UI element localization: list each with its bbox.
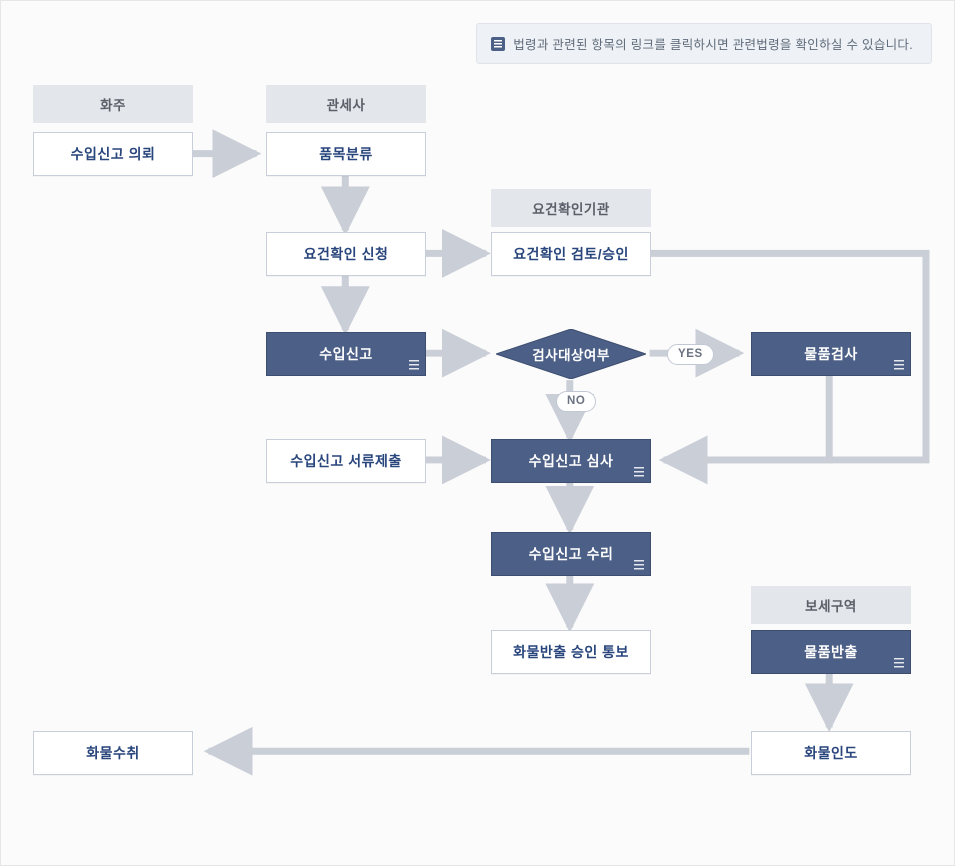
notice-bar: 법령과 관련된 항목의 링크를 클릭하시면 관련법령을 확인하실 수 있습니다. bbox=[476, 23, 932, 64]
node-label: 수입신고 서류제출 bbox=[290, 451, 401, 471]
header-shipper-label: 화주 bbox=[100, 94, 126, 114]
header-bonded-label: 보세구역 bbox=[805, 595, 857, 615]
decision-no-label: NO bbox=[556, 391, 596, 412]
flowchart-canvas: 법령과 관련된 항목의 링크를 클릭하시면 관련법령을 확인하실 수 있습니다.… bbox=[0, 0, 955, 866]
node-release-notice: 화물반출 승인 통보 bbox=[491, 630, 651, 674]
decision-label: 검사대상여부 bbox=[532, 344, 610, 364]
list-icon bbox=[634, 560, 644, 570]
list-icon bbox=[634, 467, 644, 477]
list-icon bbox=[894, 360, 904, 370]
list-icon bbox=[409, 360, 419, 370]
node-request-import-declaration: 수입신고 의뢰 bbox=[33, 132, 193, 176]
node-label: 화물반출 승인 통보 bbox=[513, 642, 629, 662]
node-label: 수입신고 bbox=[319, 344, 373, 364]
node-req-check-review: 요건확인 검토/승인 bbox=[491, 232, 651, 276]
node-label: 품목분류 bbox=[319, 144, 373, 164]
notice-text: 법령과 관련된 항목의 링크를 클릭하시면 관련법령을 확인하실 수 있습니다. bbox=[513, 34, 913, 53]
header-broker: 관세사 bbox=[266, 85, 426, 123]
node-declaration-review[interactable]: 수입신고 심사 bbox=[491, 439, 651, 483]
list-icon bbox=[894, 658, 904, 668]
node-req-check-apply: 요건확인 신청 bbox=[266, 232, 426, 276]
pill-text: NO bbox=[567, 395, 585, 407]
node-label: 물품반출 bbox=[804, 642, 858, 662]
list-icon bbox=[491, 37, 505, 51]
header-broker-label: 관세사 bbox=[327, 94, 366, 114]
node-import-declaration[interactable]: 수입신고 bbox=[266, 332, 426, 376]
node-item-classification: 품목분류 bbox=[266, 132, 426, 176]
header-shipper: 화주 bbox=[33, 85, 193, 123]
node-declaration-accept[interactable]: 수입신고 수리 bbox=[491, 532, 651, 576]
node-label: 수입신고 의뢰 bbox=[71, 144, 156, 164]
node-goods-release[interactable]: 물품반출 bbox=[751, 630, 911, 674]
header-verifier-label: 요건확인기관 bbox=[532, 198, 610, 218]
node-submit-docs: 수입신고 서류제출 bbox=[266, 439, 426, 483]
node-goods-inspection[interactable]: 물품검사 bbox=[751, 332, 911, 376]
header-verifier: 요건확인기관 bbox=[491, 189, 651, 227]
decision-yes-label: YES bbox=[667, 344, 714, 365]
node-cargo-delivery: 화물인도 bbox=[751, 731, 911, 775]
header-bonded: 보세구역 bbox=[751, 586, 911, 624]
node-label: 수입신고 수리 bbox=[529, 544, 614, 564]
node-label: 화물인도 bbox=[804, 743, 858, 763]
node-label: 수입신고 심사 bbox=[529, 451, 614, 471]
node-cargo-receipt: 화물수취 bbox=[33, 731, 193, 775]
node-label: 화물수취 bbox=[86, 743, 140, 763]
node-label: 요건확인 신청 bbox=[304, 244, 389, 264]
pill-text: YES bbox=[678, 348, 703, 360]
node-label: 물품검사 bbox=[804, 344, 858, 364]
node-label: 요건확인 검토/승인 bbox=[513, 244, 629, 264]
decision-inspection-target: 검사대상여부 bbox=[496, 329, 646, 379]
